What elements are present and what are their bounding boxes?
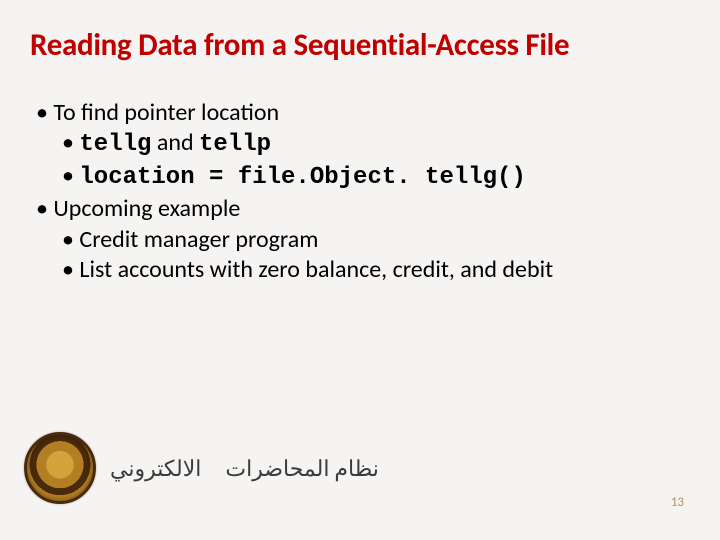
bullet-text: Upcoming example xyxy=(53,194,240,223)
code-text: location = file.Object. tellg() xyxy=(79,164,525,191)
bullet-text: Credit manager program xyxy=(79,225,318,254)
seal-icon xyxy=(24,432,96,504)
footer-text-block: نظام المحاضرات الالكتروني xyxy=(110,455,379,482)
footer-text-right: نظام المحاضرات xyxy=(225,455,379,482)
bullet-lvl1: Upcoming example Credit manager program … xyxy=(36,194,690,286)
code-text: tellg xyxy=(79,131,151,158)
slide-body: To find pointer location tellg and tellp… xyxy=(30,98,690,286)
code-text: tellp xyxy=(199,131,271,158)
bullet-text: List accounts with zero balance, credit,… xyxy=(79,255,553,284)
slide-title: Reading Data from a Sequential-Access Fi… xyxy=(30,28,690,64)
bullet-text: and xyxy=(151,128,199,157)
footer-text-left: الالكتروني xyxy=(110,455,201,482)
bullet-lvl2: location = file.Object. tellg() xyxy=(62,161,690,194)
bullet-lvl2: tellg and tellp xyxy=(62,128,690,161)
bullet-lvl2: Credit manager program xyxy=(62,225,690,256)
footer: نظام المحاضرات الالكتروني xyxy=(24,432,379,504)
bullet-lvl1: To find pointer location tellg and tellp… xyxy=(36,98,690,194)
bullet-lvl2: List accounts with zero balance, credit,… xyxy=(62,255,690,286)
page-number: 13 xyxy=(671,495,684,510)
slide: Reading Data from a Sequential-Access Fi… xyxy=(0,0,720,540)
bullet-text: To find pointer location xyxy=(53,98,279,127)
